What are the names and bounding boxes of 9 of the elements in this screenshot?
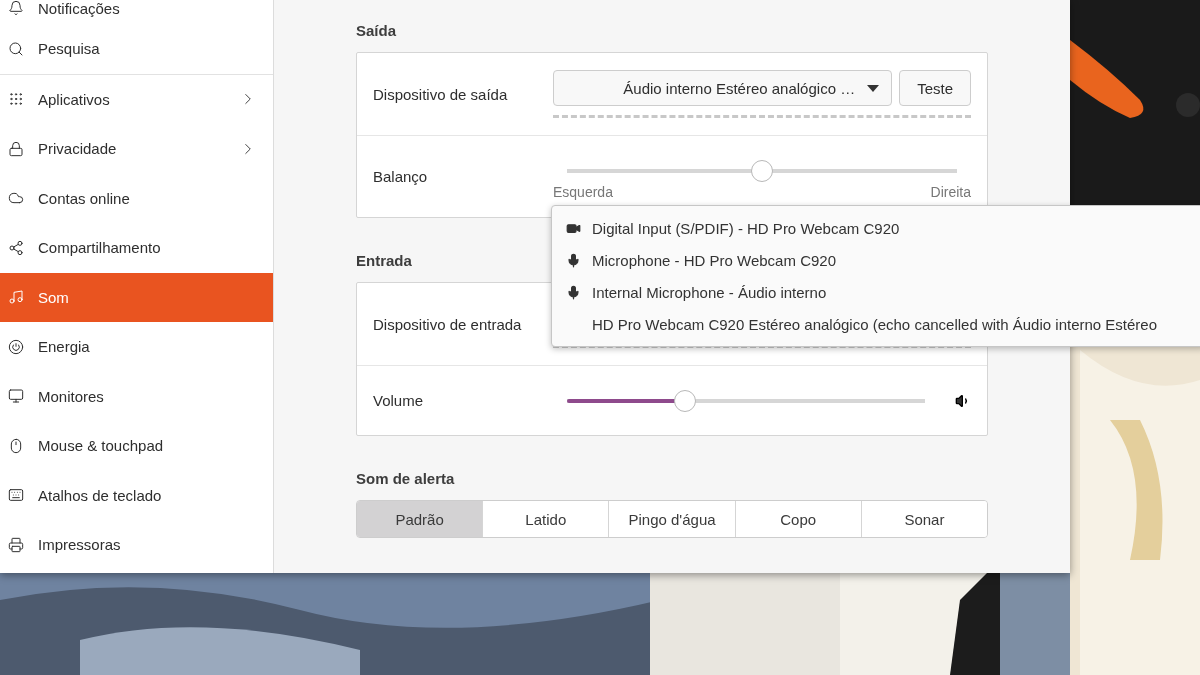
row-label: Dispositivo de entrada [373,315,523,333]
section-heading: Entrada [356,252,412,269]
row-label: Volume [373,392,425,409]
row-label: Balanço [373,168,429,185]
row-label: Dispositivo de saída [373,85,509,103]
section-heading: Som de alerta [356,470,455,487]
tick-label: Esquerda [553,184,613,200]
tick-label: Direita [930,184,971,200]
section-heading: Saída [356,22,397,39]
